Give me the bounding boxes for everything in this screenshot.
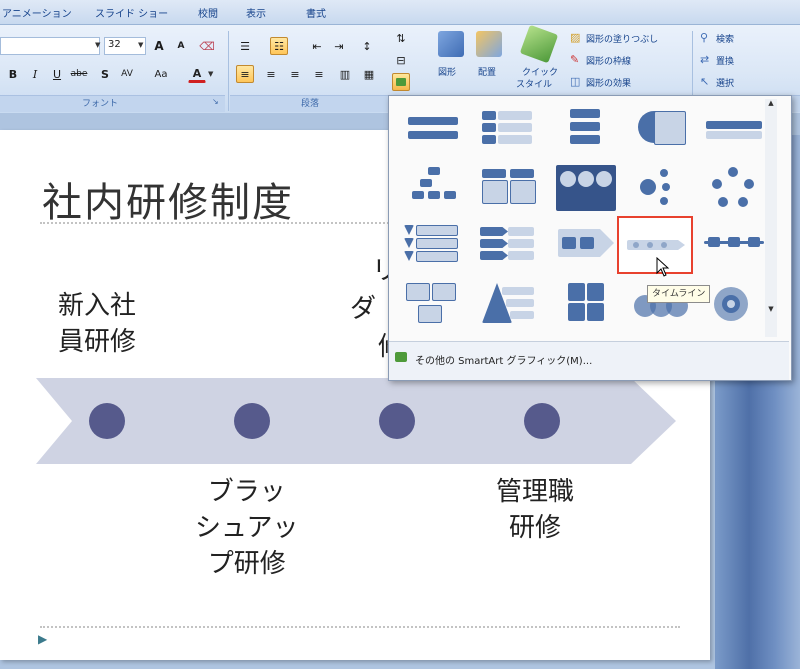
dialog-launcher-icon[interactable]: ↘ xyxy=(212,97,219,106)
shrink-font-button[interactable]: A xyxy=(172,37,190,55)
change-case-button[interactable]: Aa xyxy=(152,65,170,83)
timeline-label-2[interactable]: ブラッ シュアッ プ研修 xyxy=(195,474,298,582)
tab-slideshow[interactable]: スライド ショー xyxy=(95,5,168,20)
tab-review[interactable]: 校閲 xyxy=(198,5,218,20)
convert-to-smartart-icon[interactable] xyxy=(392,73,410,91)
gallery-item-vertical-bullet-list[interactable] xyxy=(475,102,539,154)
shapes-button-label[interactable]: 図形 xyxy=(438,65,456,78)
smartart-icon xyxy=(395,352,407,362)
gallery-item-process-arrows[interactable] xyxy=(553,218,617,270)
timeline-dot-2[interactable] xyxy=(234,403,270,439)
arrange-button-label[interactable]: 配置 xyxy=(478,65,496,78)
chevron-down-icon[interactable]: ▼ xyxy=(138,41,143,49)
timeline-dot-1[interactable] xyxy=(89,403,125,439)
timeline-label-1[interactable]: 新入社 員研修 xyxy=(58,288,136,360)
gallery-item-picture-list[interactable] xyxy=(553,162,617,214)
font-group-label: フォント xyxy=(81,99,118,109)
gallery-scrollbar[interactable]: ▲ ▼ xyxy=(765,99,777,337)
gallery-item-stacked-list[interactable] xyxy=(553,102,617,154)
paint-bucket-icon[interactable]: ▨ xyxy=(570,31,580,44)
grow-font-button[interactable]: A xyxy=(150,37,168,55)
mouse-cursor-icon xyxy=(656,257,670,277)
effects-icon[interactable]: ◫ xyxy=(570,75,580,88)
gallery-item-arrow-list[interactable] xyxy=(475,218,539,270)
font-name-combo[interactable] xyxy=(0,37,100,55)
underline-button[interactable]: U xyxy=(48,65,66,83)
find-button[interactable]: 検索 xyxy=(716,32,734,45)
gallery-item-radial-bubbles[interactable] xyxy=(629,162,693,214)
tab-view[interactable]: 表示 xyxy=(246,5,266,20)
align-text-icon[interactable]: ⊟ xyxy=(392,51,410,69)
gallery-item-basic-block-list[interactable] xyxy=(397,102,461,154)
align-left-icon[interactable]: ≡ xyxy=(236,65,254,83)
gallery-item-hierarchy-list[interactable] xyxy=(397,278,461,330)
shadow-button[interactable]: S xyxy=(96,65,114,83)
play-marker-icon: ▶ xyxy=(38,632,48,646)
paragraph-group-label: 段落 xyxy=(300,99,319,109)
clear-format-icon[interactable]: ⌫ xyxy=(198,37,216,55)
tab-animation[interactable]: アニメーション xyxy=(2,5,72,20)
quick-style-icon[interactable] xyxy=(519,24,559,64)
binoculars-icon[interactable]: ⚲ xyxy=(700,31,708,44)
gallery-item-timeline[interactable] xyxy=(617,216,693,274)
timeline-arrow[interactable] xyxy=(36,378,676,464)
timeline-label-4[interactable]: 管理職 研修 xyxy=(496,474,574,546)
gallery-item-pyramid-list[interactable] xyxy=(475,278,539,330)
distributed-icon[interactable]: ▥ xyxy=(336,65,354,83)
smartart-gallery-dropdown[interactable]: ▲ ▼ その他の SmartArt グラフィック(M)... xyxy=(388,95,792,381)
gallery-item-target[interactable] xyxy=(701,278,765,330)
font-color-button[interactable]: A xyxy=(188,65,206,83)
chevron-down-icon[interactable]: ▼ xyxy=(208,70,213,78)
line-spacing-icon[interactable]: ↕ xyxy=(358,37,376,55)
align-right-icon[interactable]: ≡ xyxy=(286,65,304,83)
char-spacing-button[interactable]: AV xyxy=(118,65,136,83)
slide-title[interactable]: 社内研修制度 xyxy=(42,170,294,228)
select-button[interactable]: 選択 xyxy=(716,76,734,89)
justify-icon[interactable]: ≡ xyxy=(310,65,328,83)
bullets-icon[interactable]: ☰ xyxy=(236,37,254,55)
arrange-icon[interactable] xyxy=(476,31,502,57)
italic-button[interactable]: I xyxy=(26,65,44,83)
replace-button[interactable]: 置換 xyxy=(716,54,734,67)
gallery-item-horizontal-list[interactable] xyxy=(475,162,539,214)
gallery-footer: その他の SmartArt グラフィック(M)... xyxy=(389,341,789,380)
numbering-icon[interactable]: ☷ xyxy=(270,37,288,55)
text-direction-icon[interactable]: ⇅ xyxy=(392,29,410,47)
group-separator xyxy=(228,31,229,111)
shape-fill-button[interactable]: 図形の塗りつぶし xyxy=(586,32,658,45)
quick-style-label-2[interactable]: スタイル xyxy=(516,77,552,90)
more-smartart-link[interactable]: その他の SmartArt グラフィック(M)... xyxy=(415,352,592,367)
timeline-dot-4[interactable] xyxy=(524,403,560,439)
pen-icon[interactable]: ✎ xyxy=(570,53,579,66)
columns-icon[interactable]: ▦ xyxy=(360,65,378,83)
bold-button[interactable]: B xyxy=(4,65,22,83)
chevron-down-icon[interactable]: ▼ xyxy=(95,41,100,49)
strikethrough-button[interactable]: abe xyxy=(70,65,88,83)
footer-divider xyxy=(40,626,680,628)
gallery-item-basic-timeline[interactable] xyxy=(701,218,765,270)
gallery-item-org-chart[interactable] xyxy=(397,162,461,214)
cursor-icon[interactable]: ↖ xyxy=(700,75,709,88)
gallery-item-matrix[interactable] xyxy=(553,278,617,330)
gallery-item-vertical-chevron-list[interactable] xyxy=(397,218,461,270)
increase-indent-icon[interactable]: ⇥ xyxy=(330,37,348,55)
tooltip: タイムライン xyxy=(647,285,711,303)
replace-icon[interactable]: ⇄ xyxy=(700,53,709,66)
decrease-indent-icon[interactable]: ⇤ xyxy=(308,37,326,55)
shape-outline-button[interactable]: 図形の枠線 xyxy=(586,54,631,67)
gallery-item-semicircle-list[interactable] xyxy=(629,102,693,154)
ribbon-tab-bar: アニメーション スライド ショー 校閲 表示 書式 xyxy=(0,0,800,25)
shape-effects-button[interactable]: 図形の効果 xyxy=(586,76,631,89)
align-center-icon[interactable]: ≡ xyxy=(262,65,280,83)
tab-format[interactable]: 書式 xyxy=(306,5,326,20)
timeline-dot-3[interactable] xyxy=(379,403,415,439)
gallery-item-cycle[interactable] xyxy=(701,162,765,214)
shapes-icon[interactable] xyxy=(438,31,464,57)
gallery-item-table-list[interactable] xyxy=(701,102,765,154)
